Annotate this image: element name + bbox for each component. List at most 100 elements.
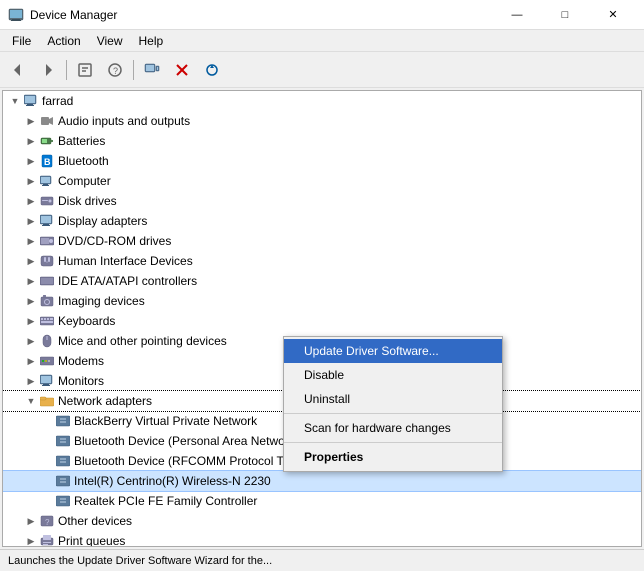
display-expand[interactable]: ▶ xyxy=(23,213,39,229)
monitors-expand[interactable]: ▶ xyxy=(23,373,39,389)
menu-view[interactable]: View xyxy=(89,32,131,50)
context-menu-disable[interactable]: Disable xyxy=(284,363,502,387)
keyboard-icon xyxy=(39,313,55,329)
tree-item-bluetooth[interactable]: ▶ B Bluetooth xyxy=(3,151,641,171)
hid-label: Human Interface Devices xyxy=(58,254,193,268)
device-manager-button[interactable] xyxy=(138,56,166,84)
main-content: ▼ farrad ▶ Audio input xyxy=(0,88,644,549)
tree-item-disk[interactable]: ▶ Disk drives xyxy=(3,191,641,211)
network-expand[interactable]: ▼ xyxy=(23,393,39,409)
status-bar: Launches the Update Driver Software Wiza… xyxy=(0,549,644,571)
print-icon xyxy=(39,533,55,547)
tree-item-keyboards[interactable]: ▶ Keyboards xyxy=(3,311,641,331)
back-button[interactable] xyxy=(4,56,32,84)
properties-button[interactable] xyxy=(71,56,99,84)
tree-root[interactable]: ▼ farrad xyxy=(3,91,641,111)
display-label: Display adapters xyxy=(58,214,147,228)
computer-expand[interactable]: ▶ xyxy=(23,173,39,189)
tree-item-realtek[interactable]: ▶ Realtek PCIe FE Family Controller xyxy=(3,491,641,511)
context-menu-uninstall[interactable]: Uninstall xyxy=(284,387,502,411)
maximize-button[interactable]: □ xyxy=(542,0,588,30)
forward-button[interactable] xyxy=(34,56,62,84)
root-expand[interactable]: ▼ xyxy=(7,93,23,109)
tree-item-print[interactable]: ▶ Print queues xyxy=(3,531,641,547)
context-menu-separator-2 xyxy=(284,442,502,443)
tree-item-ide[interactable]: ▶ IDE ATA/ATAPI controllers xyxy=(3,271,641,291)
context-menu-properties[interactable]: Properties xyxy=(284,445,502,469)
modems-label: Modems xyxy=(58,354,104,368)
svg-text:?: ? xyxy=(113,66,118,76)
disk-expand[interactable]: ▶ xyxy=(23,193,39,209)
tree-item-intel[interactable]: ▶ Intel(R) Centrino(R) Wireless-N 2230 xyxy=(3,471,641,491)
tree-item-other[interactable]: ▶ ? Other devices xyxy=(3,511,641,531)
imaging-expand[interactable]: ▶ xyxy=(23,293,39,309)
toolbar: ? xyxy=(0,52,644,88)
modem-icon xyxy=(39,353,55,369)
toolbar-separator-1 xyxy=(66,60,67,80)
bb-label: BlackBerry Virtual Private Network xyxy=(74,414,257,428)
tree-item-display[interactable]: ▶ Display adapters xyxy=(3,211,641,231)
minimize-button[interactable]: — xyxy=(494,0,540,30)
batteries-label: Batteries xyxy=(58,134,105,148)
bluetooth-expand[interactable]: ▶ xyxy=(23,153,39,169)
ide-icon xyxy=(39,273,55,289)
svg-text:?: ? xyxy=(45,518,50,527)
app-icon xyxy=(8,7,24,23)
mice-expand[interactable]: ▶ xyxy=(23,333,39,349)
menu-help[interactable]: Help xyxy=(131,32,172,50)
context-menu-scan[interactable]: Scan for hardware changes xyxy=(284,416,502,440)
netdev-bt2-icon xyxy=(55,453,71,469)
svg-text:B: B xyxy=(44,157,51,167)
computer-icon xyxy=(23,93,39,109)
mice-label: Mice and other pointing devices xyxy=(58,334,227,348)
delete-button[interactable] xyxy=(168,56,196,84)
hid-expand[interactable]: ▶ xyxy=(23,253,39,269)
bluetooth-label: Bluetooth xyxy=(58,154,109,168)
bt1-label: Bluetooth Device (Personal Area Network) xyxy=(74,434,299,448)
bluetooth-icon: B xyxy=(39,153,55,169)
context-menu-separator xyxy=(284,413,502,414)
disk-icon xyxy=(39,193,55,209)
audio-expand[interactable]: ▶ xyxy=(23,113,39,129)
intel-label: Intel(R) Centrino(R) Wireless-N 2230 xyxy=(74,474,271,488)
keyboards-expand[interactable]: ▶ xyxy=(23,313,39,329)
network-label: Network adapters xyxy=(58,394,152,408)
realtek-label: Realtek PCIe FE Family Controller xyxy=(74,494,257,508)
tree-item-dvd[interactable]: ▶ DVD/CD-ROM drives xyxy=(3,231,641,251)
ide-expand[interactable]: ▶ xyxy=(23,273,39,289)
modems-expand[interactable]: ▶ xyxy=(23,353,39,369)
dvd-label: DVD/CD-ROM drives xyxy=(58,234,171,248)
tree-item-audio[interactable]: ▶ Audio inputs and outputs xyxy=(3,111,641,131)
tree-item-batteries[interactable]: ▶ Batteries xyxy=(3,131,641,151)
tree-item-hid[interactable]: ▶ Human Interface Devices xyxy=(3,251,641,271)
status-text: Launches the Update Driver Software Wiza… xyxy=(8,555,272,567)
context-menu: Update Driver Software... Disable Uninst… xyxy=(283,336,503,472)
bt2-label: Bluetooth Device (RFCOMM Protocol TDI) xyxy=(74,454,300,468)
hid-icon xyxy=(39,253,55,269)
tree-item-computer[interactable]: ▶ Computer xyxy=(3,171,641,191)
root-label: farrad xyxy=(42,94,73,108)
other-expand[interactable]: ▶ xyxy=(23,513,39,529)
battery-icon xyxy=(39,133,55,149)
device-tree[interactable]: ▼ farrad ▶ Audio input xyxy=(2,90,642,547)
computer-item-icon xyxy=(39,173,55,189)
title-bar: Device Manager — □ ✕ xyxy=(0,0,644,30)
audio-label: Audio inputs and outputs xyxy=(58,114,190,128)
menu-file[interactable]: File xyxy=(4,32,39,50)
disk-label: Disk drives xyxy=(58,194,117,208)
close-button[interactable]: ✕ xyxy=(590,0,636,30)
batteries-expand[interactable]: ▶ xyxy=(23,133,39,149)
audio-icon xyxy=(39,113,55,129)
help-button[interactable]: ? xyxy=(101,56,129,84)
scan-button[interactable] xyxy=(198,56,226,84)
netdev-realtek-icon xyxy=(55,493,71,509)
tree-item-imaging[interactable]: ▶ Imaging devices xyxy=(3,291,641,311)
dvd-expand[interactable]: ▶ xyxy=(23,233,39,249)
other-icon: ? xyxy=(39,513,55,529)
context-menu-update[interactable]: Update Driver Software... xyxy=(284,339,502,363)
menu-action[interactable]: Action xyxy=(39,32,88,50)
monitor-icon xyxy=(39,373,55,389)
netdev-intel-icon xyxy=(55,473,71,489)
toolbar-separator-2 xyxy=(133,60,134,80)
print-expand[interactable]: ▶ xyxy=(23,533,39,547)
